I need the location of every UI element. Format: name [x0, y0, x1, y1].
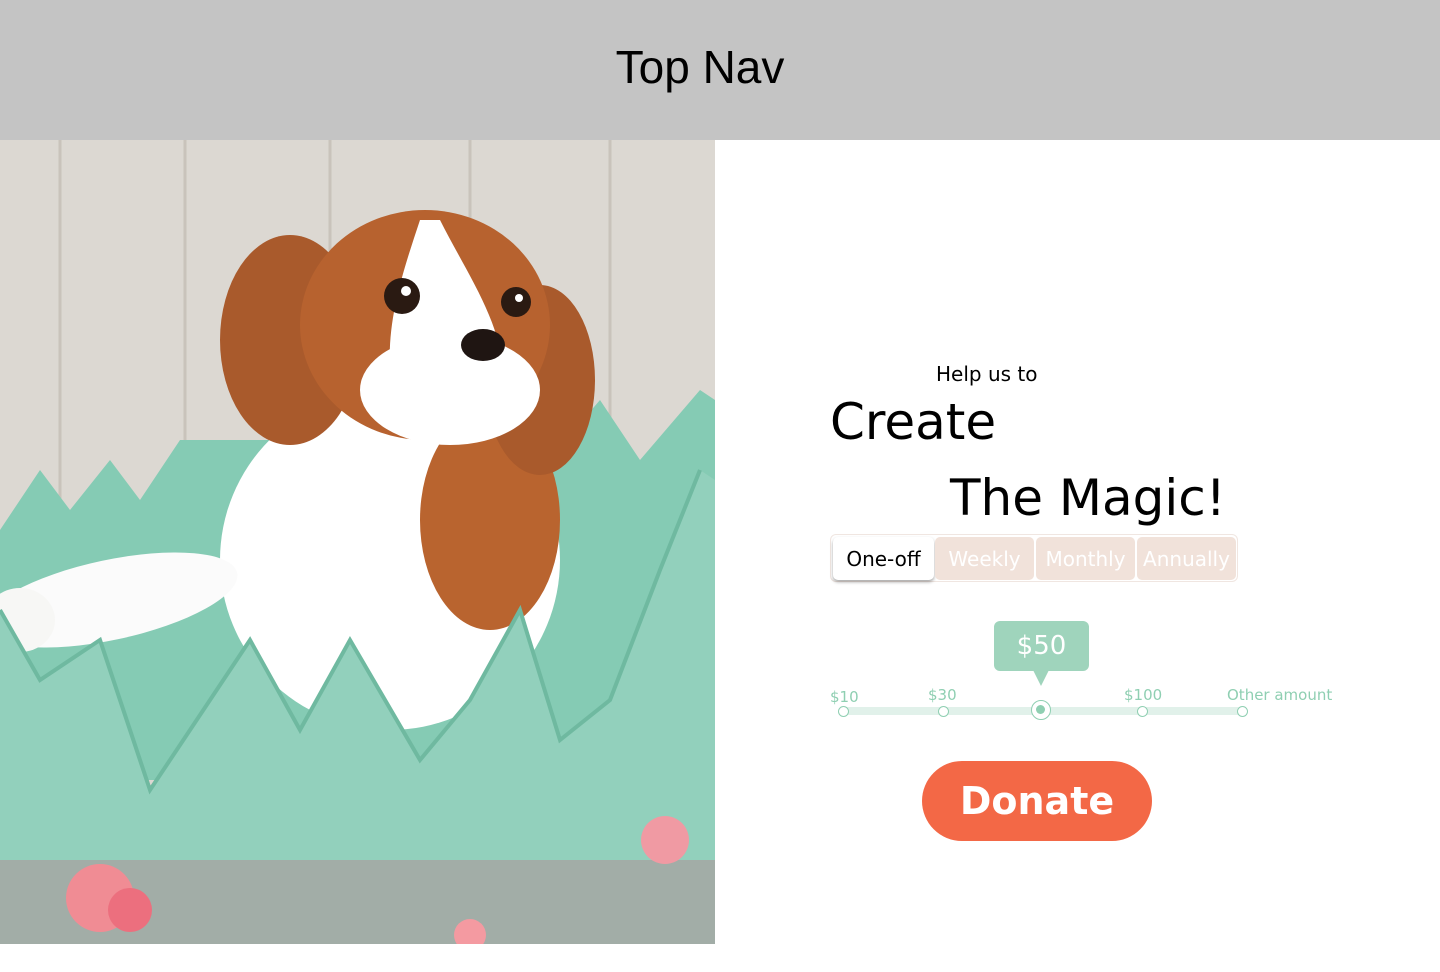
- amount-option-other[interactable]: Other amount: [1227, 686, 1332, 704]
- amount-option-10[interactable]: $10: [830, 688, 859, 706]
- slider-stop-other[interactable]: [1237, 706, 1248, 717]
- frequency-tabs: One-off Weekly Monthly Annually: [830, 534, 1238, 582]
- tab-annually[interactable]: Annually: [1137, 537, 1236, 580]
- slider-stop-30[interactable]: [938, 706, 949, 717]
- bubble-pointer: [1033, 670, 1049, 686]
- donate-button[interactable]: Donate: [922, 761, 1152, 841]
- headline-eyebrow: Help us to: [936, 362, 1038, 386]
- amount-option-30[interactable]: $30: [928, 686, 957, 704]
- selected-amount-bubble: $50: [994, 621, 1089, 671]
- puppy-illustration: [0, 140, 715, 944]
- tab-one-off[interactable]: One-off: [833, 537, 934, 580]
- headline-line-1: Create: [830, 393, 997, 451]
- headline-line-2: The Magic!: [950, 469, 1226, 527]
- tab-weekly[interactable]: Weekly: [935, 537, 1034, 580]
- slider-stop-100[interactable]: [1137, 706, 1148, 717]
- tab-monthly[interactable]: Monthly: [1036, 537, 1135, 580]
- top-nav: Top Nav: [0, 0, 1440, 140]
- top-nav-title: Top Nav: [615, 41, 785, 93]
- amount-slider-handle[interactable]: [1031, 700, 1051, 720]
- hero-image: [0, 140, 715, 944]
- slider-stop-10[interactable]: [838, 706, 849, 717]
- amount-option-100[interactable]: $100: [1124, 686, 1162, 704]
